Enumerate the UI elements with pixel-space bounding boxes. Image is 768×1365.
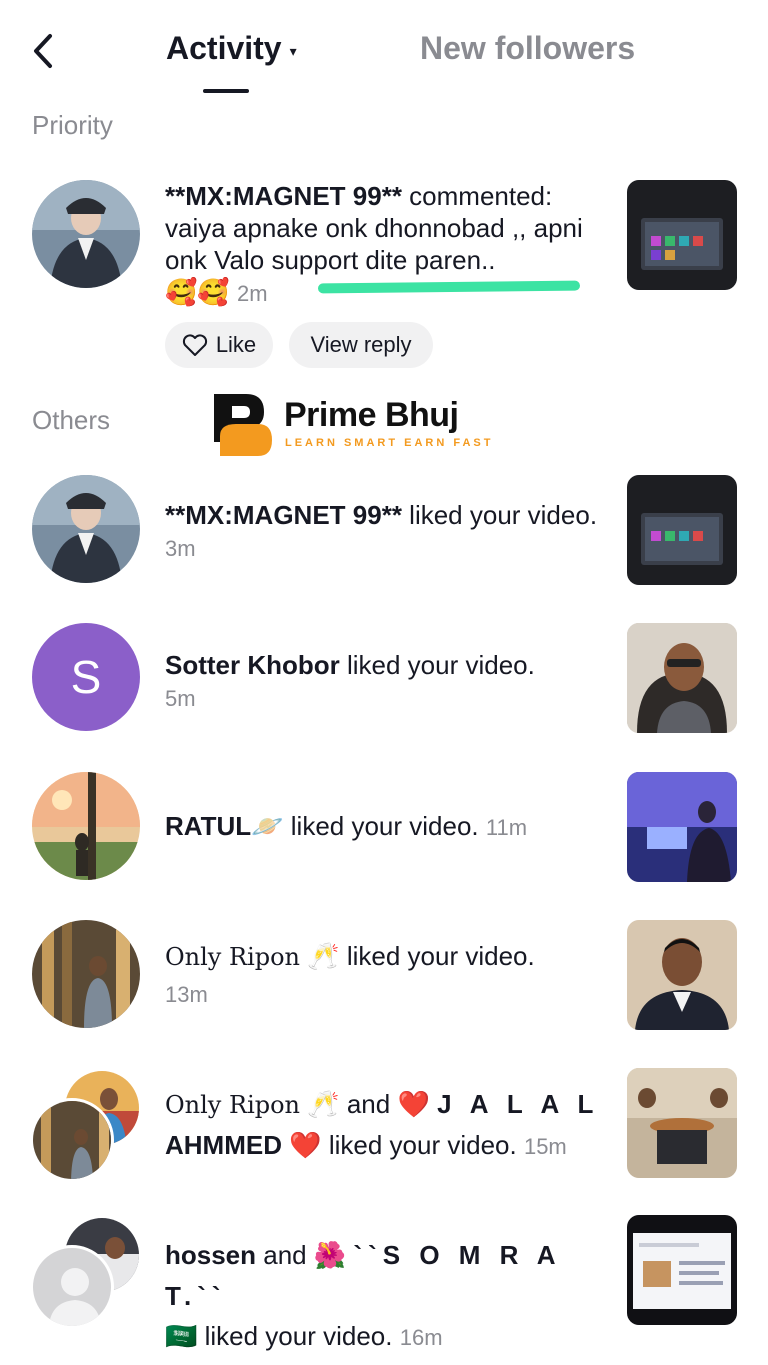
username[interactable]: RATUL xyxy=(165,811,251,841)
caret-down-icon: ▾ xyxy=(289,43,297,59)
avatar[interactable] xyxy=(30,1245,114,1329)
avatar-letter: S xyxy=(70,651,102,703)
heart-outline-icon xyxy=(182,334,207,356)
notification-text: hossen and 🌺 ``S O M R A T.`` 🇸🇦 liked y… xyxy=(165,1235,605,1358)
avatar[interactable] xyxy=(32,475,140,583)
tab-activity[interactable]: Activity ▾ xyxy=(166,30,297,67)
thumbnail-image xyxy=(627,475,737,585)
video-thumbnail[interactable] xyxy=(627,1068,737,1178)
heart-emoji-icon: ❤️ xyxy=(289,1131,322,1161)
avatar-image xyxy=(33,1101,111,1179)
video-thumbnail[interactable] xyxy=(627,475,737,585)
notification-text: Only Ripon 🥂 liked your video. 13m xyxy=(165,940,605,1017)
thumbnail-image xyxy=(627,1215,737,1325)
timestamp: 13m xyxy=(165,982,208,1007)
section-label-priority: Priority xyxy=(32,110,113,140)
saturn-emoji-icon: 🪐 xyxy=(251,812,284,842)
username[interactable]: **MX:MAGNET 99** xyxy=(165,500,402,530)
timestamp: 3m xyxy=(165,536,196,561)
thumbnail-image xyxy=(627,623,737,733)
video-thumbnail[interactable] xyxy=(627,772,737,882)
conjunction-text: and xyxy=(256,1240,314,1270)
watermark-logo: Prime Bhuj LEARN SMART EARN FAST xyxy=(212,392,512,458)
view-reply-label: View reply xyxy=(310,332,412,357)
conjunction-text: and xyxy=(339,1089,398,1119)
timestamp: 15m xyxy=(523,1134,567,1159)
thumbnail-image xyxy=(627,920,737,1030)
avatar[interactable] xyxy=(32,180,140,288)
username[interactable]: hossen xyxy=(165,1240,256,1270)
action-text: liked your video. xyxy=(283,811,479,841)
video-thumbnail[interactable] xyxy=(627,623,737,733)
logo-title: Prime Bhuj xyxy=(284,396,459,434)
username[interactable]: **MX:MAGNET 99** xyxy=(165,181,402,211)
heart-emoji-icon: ❤️ xyxy=(397,1090,430,1120)
section-label-others: Others xyxy=(32,405,111,435)
avatar-image xyxy=(32,772,140,880)
notification-text: Only Ripon 🥂 and ❤️ J A L A L AHMMED ❤️ … xyxy=(165,1084,615,1167)
active-tab-indicator xyxy=(203,89,249,93)
video-thumbnail[interactable] xyxy=(627,1215,737,1325)
like-label: Like xyxy=(215,332,257,357)
back-button[interactable] xyxy=(28,30,64,72)
clinking-glasses-emoji-icon: 🥂 xyxy=(307,1090,340,1120)
avatar[interactable] xyxy=(32,772,140,880)
action-text: liked your video. xyxy=(197,1321,393,1351)
notification-text: Sotter Khobor liked your video. 5m xyxy=(165,649,605,715)
list-item[interactable]: hossen and 🌺 ``S O M R A T.`` 🇸🇦 liked y… xyxy=(0,1215,768,1352)
timestamp: 5m xyxy=(165,686,196,711)
logo-tagline: LEARN SMART EARN FAST xyxy=(285,437,494,449)
notification-text: **MX:MAGNET 99** liked your video. 3m xyxy=(165,499,605,565)
avatar-image xyxy=(32,475,140,583)
action-text: liked your video. xyxy=(401,500,598,530)
clinking-glasses-emoji-icon: 🥂 xyxy=(307,942,340,972)
like-button[interactable]: Like xyxy=(165,322,273,368)
hibiscus-emoji-icon: 🌺 xyxy=(313,1241,347,1271)
username[interactable]: Only Ripon xyxy=(165,943,300,971)
timestamp: 11m xyxy=(485,815,528,840)
action-text: liked your video. xyxy=(321,1130,517,1160)
comment-emojis: 🥰🥰 xyxy=(165,278,230,308)
thumbnail-image xyxy=(627,1068,737,1178)
logo-mark-icon xyxy=(214,394,272,456)
list-item[interactable]: S Sotter Khobor liked your video. 5m xyxy=(0,623,768,733)
avatar[interactable] xyxy=(30,1098,114,1182)
video-thumbnail[interactable] xyxy=(627,180,737,290)
timestamp: 16m xyxy=(399,1325,443,1350)
thumbnail-image xyxy=(627,772,737,882)
list-item[interactable]: **MX:MAGNET 99** liked your video. 3m xyxy=(0,475,768,585)
action-text: liked your video. xyxy=(339,941,535,971)
avatar[interactable]: S xyxy=(32,623,140,731)
avatar-image xyxy=(32,180,140,288)
avatar[interactable] xyxy=(32,920,140,1028)
username[interactable]: Only Ripon xyxy=(165,1091,300,1119)
default-user-icon xyxy=(49,1268,101,1326)
username[interactable]: Sotter Khobor xyxy=(165,650,340,680)
avatar-image xyxy=(32,920,140,1028)
view-reply-button[interactable]: View reply xyxy=(289,322,433,368)
tab-activity-label: Activity xyxy=(166,30,282,66)
list-item[interactable]: Only Ripon 🥂 liked your video. 13m xyxy=(0,920,768,1030)
thumbnail-image xyxy=(627,180,737,290)
list-item[interactable]: RATUL🪐 liked your video. 11m xyxy=(0,772,768,882)
username-secondary[interactable]: J A L A L xyxy=(437,1089,599,1119)
username-secondary-cont[interactable]: AHMMED xyxy=(165,1130,282,1160)
timestamp: 2m xyxy=(236,281,268,306)
tab-new-followers[interactable]: New followers xyxy=(420,30,635,67)
priority-notification[interactable]: **MX:MAGNET 99** commented: vaiya apnake… xyxy=(0,178,768,378)
saudi-flag-emoji-icon: 🇸🇦 xyxy=(165,1322,198,1352)
notification-text: RATUL🪐 liked your video. 11m xyxy=(165,810,605,844)
list-item[interactable]: Only Ripon 🥂 and ❤️ J A L A L AHMMED ❤️ … xyxy=(0,1068,768,1182)
video-thumbnail[interactable] xyxy=(627,920,737,1030)
header: Activity ▾ New followers xyxy=(0,0,768,100)
action-text: liked your video. xyxy=(339,650,535,680)
chevron-left-icon xyxy=(34,34,52,68)
